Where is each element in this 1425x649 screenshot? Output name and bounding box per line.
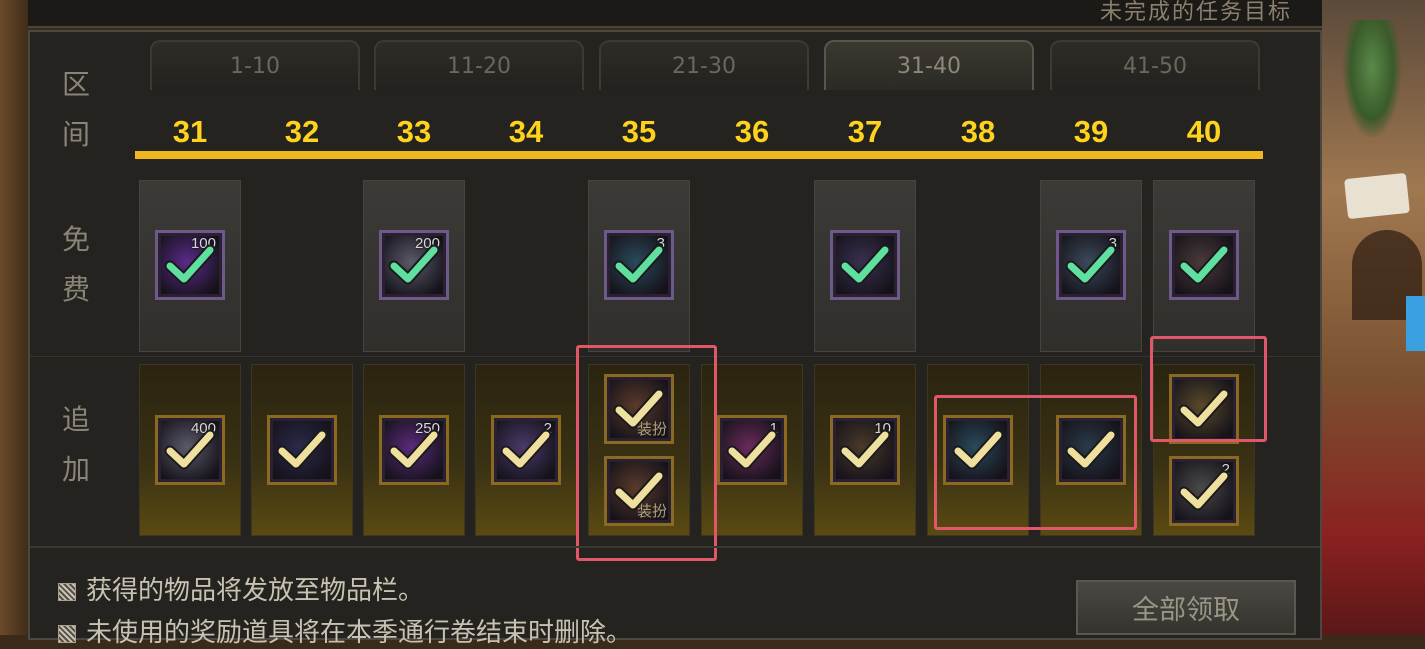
scroll-icon[interactable] [1169, 230, 1239, 300]
note-bullet-icon [58, 582, 76, 601]
bonus-label-char-1: 追 [61, 403, 90, 436]
blue-ring-icon[interactable]: 3 [1056, 230, 1126, 300]
level-number-40: 40 [1186, 114, 1222, 149]
pink-gem-icon[interactable]: 1 [717, 415, 787, 485]
plant-decoration [1342, 20, 1402, 140]
highlight-box-level-35 [576, 345, 717, 561]
range-label: 区 间 [56, 60, 96, 160]
level-number-38: 38 [960, 114, 996, 149]
checkmark-icon [388, 244, 440, 285]
silver-coin-icon[interactable]: 400 [155, 415, 225, 485]
box-decoration [1406, 296, 1425, 351]
claim-all-button[interactable]: 全部领取 [1076, 580, 1296, 635]
note-text-2: 未使用的奖励道具将在本季通行卷结束时删除。 [86, 618, 633, 648]
background-scene-left [0, 0, 30, 635]
tab-11-20[interactable]: 11-20 [374, 40, 584, 90]
dark-shard-icon[interactable] [267, 415, 337, 485]
tab-31-40[interactable]: 31-40 [824, 40, 1034, 90]
checkmark-icon [839, 429, 891, 470]
window-title-bar: 未完成的任务目标 [28, 0, 1322, 28]
tab-21-30[interactable]: 21-30 [599, 40, 809, 90]
silver-coin-icon[interactable]: 200 [379, 230, 449, 300]
checkmark-icon [164, 429, 216, 470]
window-title: 未完成的任务目标 [1099, 0, 1292, 25]
checkmark-icon [500, 429, 552, 470]
level-progress-bar [135, 151, 1263, 159]
checkmark-icon [276, 429, 328, 470]
range-label-char-2: 间 [61, 118, 90, 151]
checkmark-icon [726, 429, 778, 470]
note-text-1: 获得的物品将发放至物品栏。 [86, 576, 425, 606]
bonus-row-label: 追 加 [56, 395, 96, 495]
grey-stone-icon[interactable]: 2 [1169, 456, 1239, 526]
level-number-35: 35 [621, 114, 657, 149]
range-label-char-1: 区 [61, 68, 90, 101]
checkmark-icon [388, 429, 440, 470]
highlight-box-level-40 [1150, 336, 1267, 442]
bonus-label-char-2: 加 [61, 453, 90, 486]
checkmark-icon [1178, 470, 1230, 511]
purple-crystal-icon[interactable]: 2 [491, 415, 561, 485]
free-label-char-1: 免 [61, 223, 90, 256]
highlight-box-level-38-39 [934, 395, 1137, 530]
tab-41-50[interactable]: 41-50 [1050, 40, 1260, 90]
purple-orb-icon[interactable]: 100 [155, 230, 225, 300]
checkmark-icon [164, 244, 216, 285]
level-number-37: 37 [847, 114, 883, 149]
dark-ring-icon[interactable] [830, 230, 900, 300]
note-line-1: 获得的物品将发放至物品栏。 [58, 570, 424, 607]
free-row-label: 免 费 [56, 215, 96, 315]
checkmark-icon [1065, 244, 1117, 285]
level-number-36: 36 [734, 114, 770, 149]
background-scene-right [1322, 0, 1425, 635]
level-number-33: 33 [396, 114, 432, 149]
note-line-2: 未使用的奖励道具将在本季通行卷结束时删除。 [58, 612, 632, 649]
golden-shard-icon[interactable]: 10 [830, 415, 900, 485]
note-bullet-icon [58, 624, 76, 643]
checkmark-icon [839, 244, 891, 285]
free-label-char-2: 费 [61, 273, 90, 306]
level-number-34: 34 [508, 114, 544, 149]
tab-1-10[interactable]: 1-10 [150, 40, 360, 90]
level-number-31: 31 [172, 114, 208, 149]
gold-emblem-icon[interactable]: 3 [604, 230, 674, 300]
purple-orb-icon[interactable]: 250 [379, 415, 449, 485]
level-number-32: 32 [284, 114, 320, 149]
checkmark-icon [613, 244, 665, 285]
level-number-39: 39 [1073, 114, 1109, 149]
checkmark-icon [1178, 244, 1230, 285]
paper-decoration [1344, 172, 1410, 220]
